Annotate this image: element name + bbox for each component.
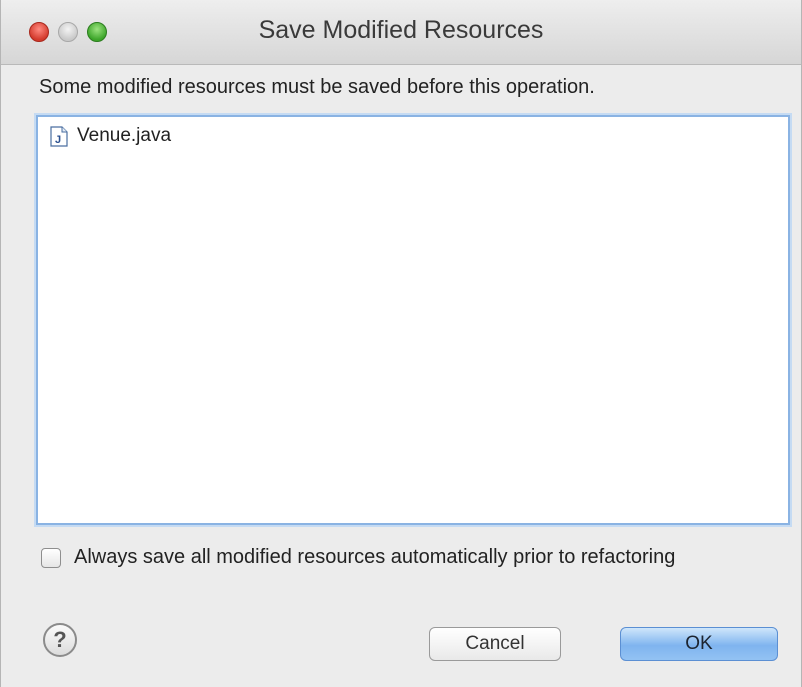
auto-save-option[interactable]: Always save all modified resources autom…: [41, 546, 675, 569]
window-title: Save Modified Resources: [258, 16, 544, 44]
resource-name: Venue.java: [77, 125, 172, 146]
auto-save-checkbox-label[interactable]: Always save all modified resources autom…: [74, 546, 675, 569]
dialog-message: Some modified resources must be saved be…: [39, 76, 595, 98]
list-item[interactable]: J Venue.java: [50, 125, 171, 147]
help-icon: ?: [53, 627, 67, 652]
svg-text:J: J: [55, 134, 61, 146]
title-bar[interactable]: Save Modified Resources: [1, 0, 801, 65]
auto-save-checkbox[interactable]: [41, 547, 61, 568]
cancel-button[interactable]: Cancel: [429, 627, 561, 661]
resource-list[interactable]: J Venue.java: [36, 115, 790, 525]
java-file-icon: J: [50, 125, 68, 147]
help-button[interactable]: ?: [43, 623, 77, 657]
ok-button[interactable]: OK: [620, 627, 778, 661]
save-resources-dialog: Save Modified Resources Some modified re…: [0, 0, 802, 687]
